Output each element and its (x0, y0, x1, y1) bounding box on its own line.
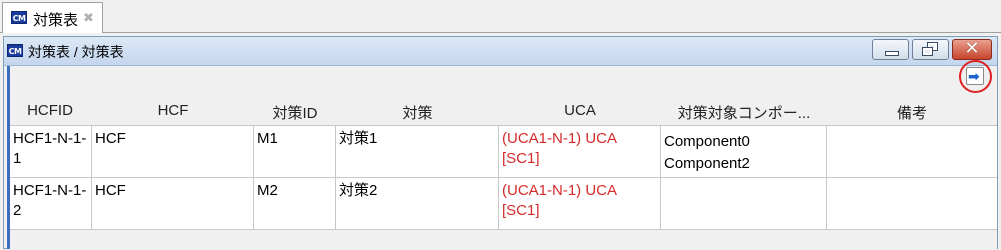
cell-measure[interactable]: 対策1 (336, 126, 499, 177)
close-icon: ✕ (964, 38, 980, 58)
table-header: HCFID HCF 対策ID 対策 UCA 対策対象コンポー... 備考 (10, 95, 997, 126)
cell-uca[interactable]: (UCA1-N-1) UCA [SC1] (499, 126, 661, 177)
col-header-hcf[interactable]: HCF (92, 102, 254, 119)
tab-title: 対策表 (33, 12, 79, 29)
cell-hcf[interactable]: HCF (92, 178, 254, 229)
table-row[interactable]: HCF1-N-1-2 HCF M2 対策2 (UCA1-N-1) UCA [SC… (10, 178, 997, 230)
cell-hcfid[interactable]: HCF1-N-1-1 (10, 126, 92, 177)
tab-taisakuhyo[interactable]: CM 対策表 ✖ (2, 2, 103, 33)
cell-measure-id[interactable]: M2 (254, 178, 336, 229)
window-titlebar[interactable]: CM 対策表 / 対策表 ✕ (4, 37, 997, 66)
col-header-measure[interactable]: 対策 (336, 102, 499, 123)
cell-components[interactable] (661, 178, 827, 229)
col-header-components[interactable]: 対策対象コンポー... (661, 102, 827, 123)
cell-uca[interactable]: (UCA1-N-1) UCA [SC1] (499, 178, 661, 229)
table-empty-area (10, 232, 997, 250)
cell-hcf[interactable]: HCF (92, 126, 254, 177)
cell-note[interactable] (827, 178, 997, 229)
cell-components[interactable]: Component0 Component2 (661, 126, 827, 177)
close-button[interactable]: ✕ (952, 38, 992, 60)
component-item: Component2 (664, 155, 750, 172)
cell-note[interactable] (827, 126, 997, 177)
minimize-icon (885, 51, 899, 56)
cell-measure[interactable]: 対策2 (336, 178, 499, 229)
restore-icon (922, 42, 939, 57)
cell-hcfid[interactable]: HCF1-N-1-2 (10, 178, 92, 229)
table-row[interactable]: HCF1-N-1-1 HCF M1 対策1 (UCA1-N-1) UCA [SC… (10, 126, 997, 178)
tab-close-icon[interactable]: ✖ (83, 10, 94, 26)
highlight-circle (959, 60, 992, 93)
col-header-measure-id[interactable]: 対策ID (254, 102, 336, 123)
col-header-uca[interactable]: UCA (499, 102, 661, 119)
cm-app-icon: CM (7, 44, 23, 57)
window-title: 対策表 / 対策表 (28, 44, 124, 60)
cell-measure-id[interactable]: M1 (254, 126, 336, 177)
col-header-note[interactable]: 備考 (827, 102, 997, 123)
cm-app-icon: CM (11, 11, 27, 24)
minimize-button[interactable] (872, 39, 909, 60)
restore-button[interactable] (912, 39, 949, 60)
col-header-hcfid[interactable]: HCFID (10, 102, 90, 119)
component-item: Component0 (664, 133, 750, 150)
table-window: CM 対策表 / 対策表 ✕ ➡ HCFID HCF 対策ID 対策 UCA 対… (3, 36, 998, 250)
editor-tab-strip: CM 対策表 ✖ (0, 0, 1001, 33)
